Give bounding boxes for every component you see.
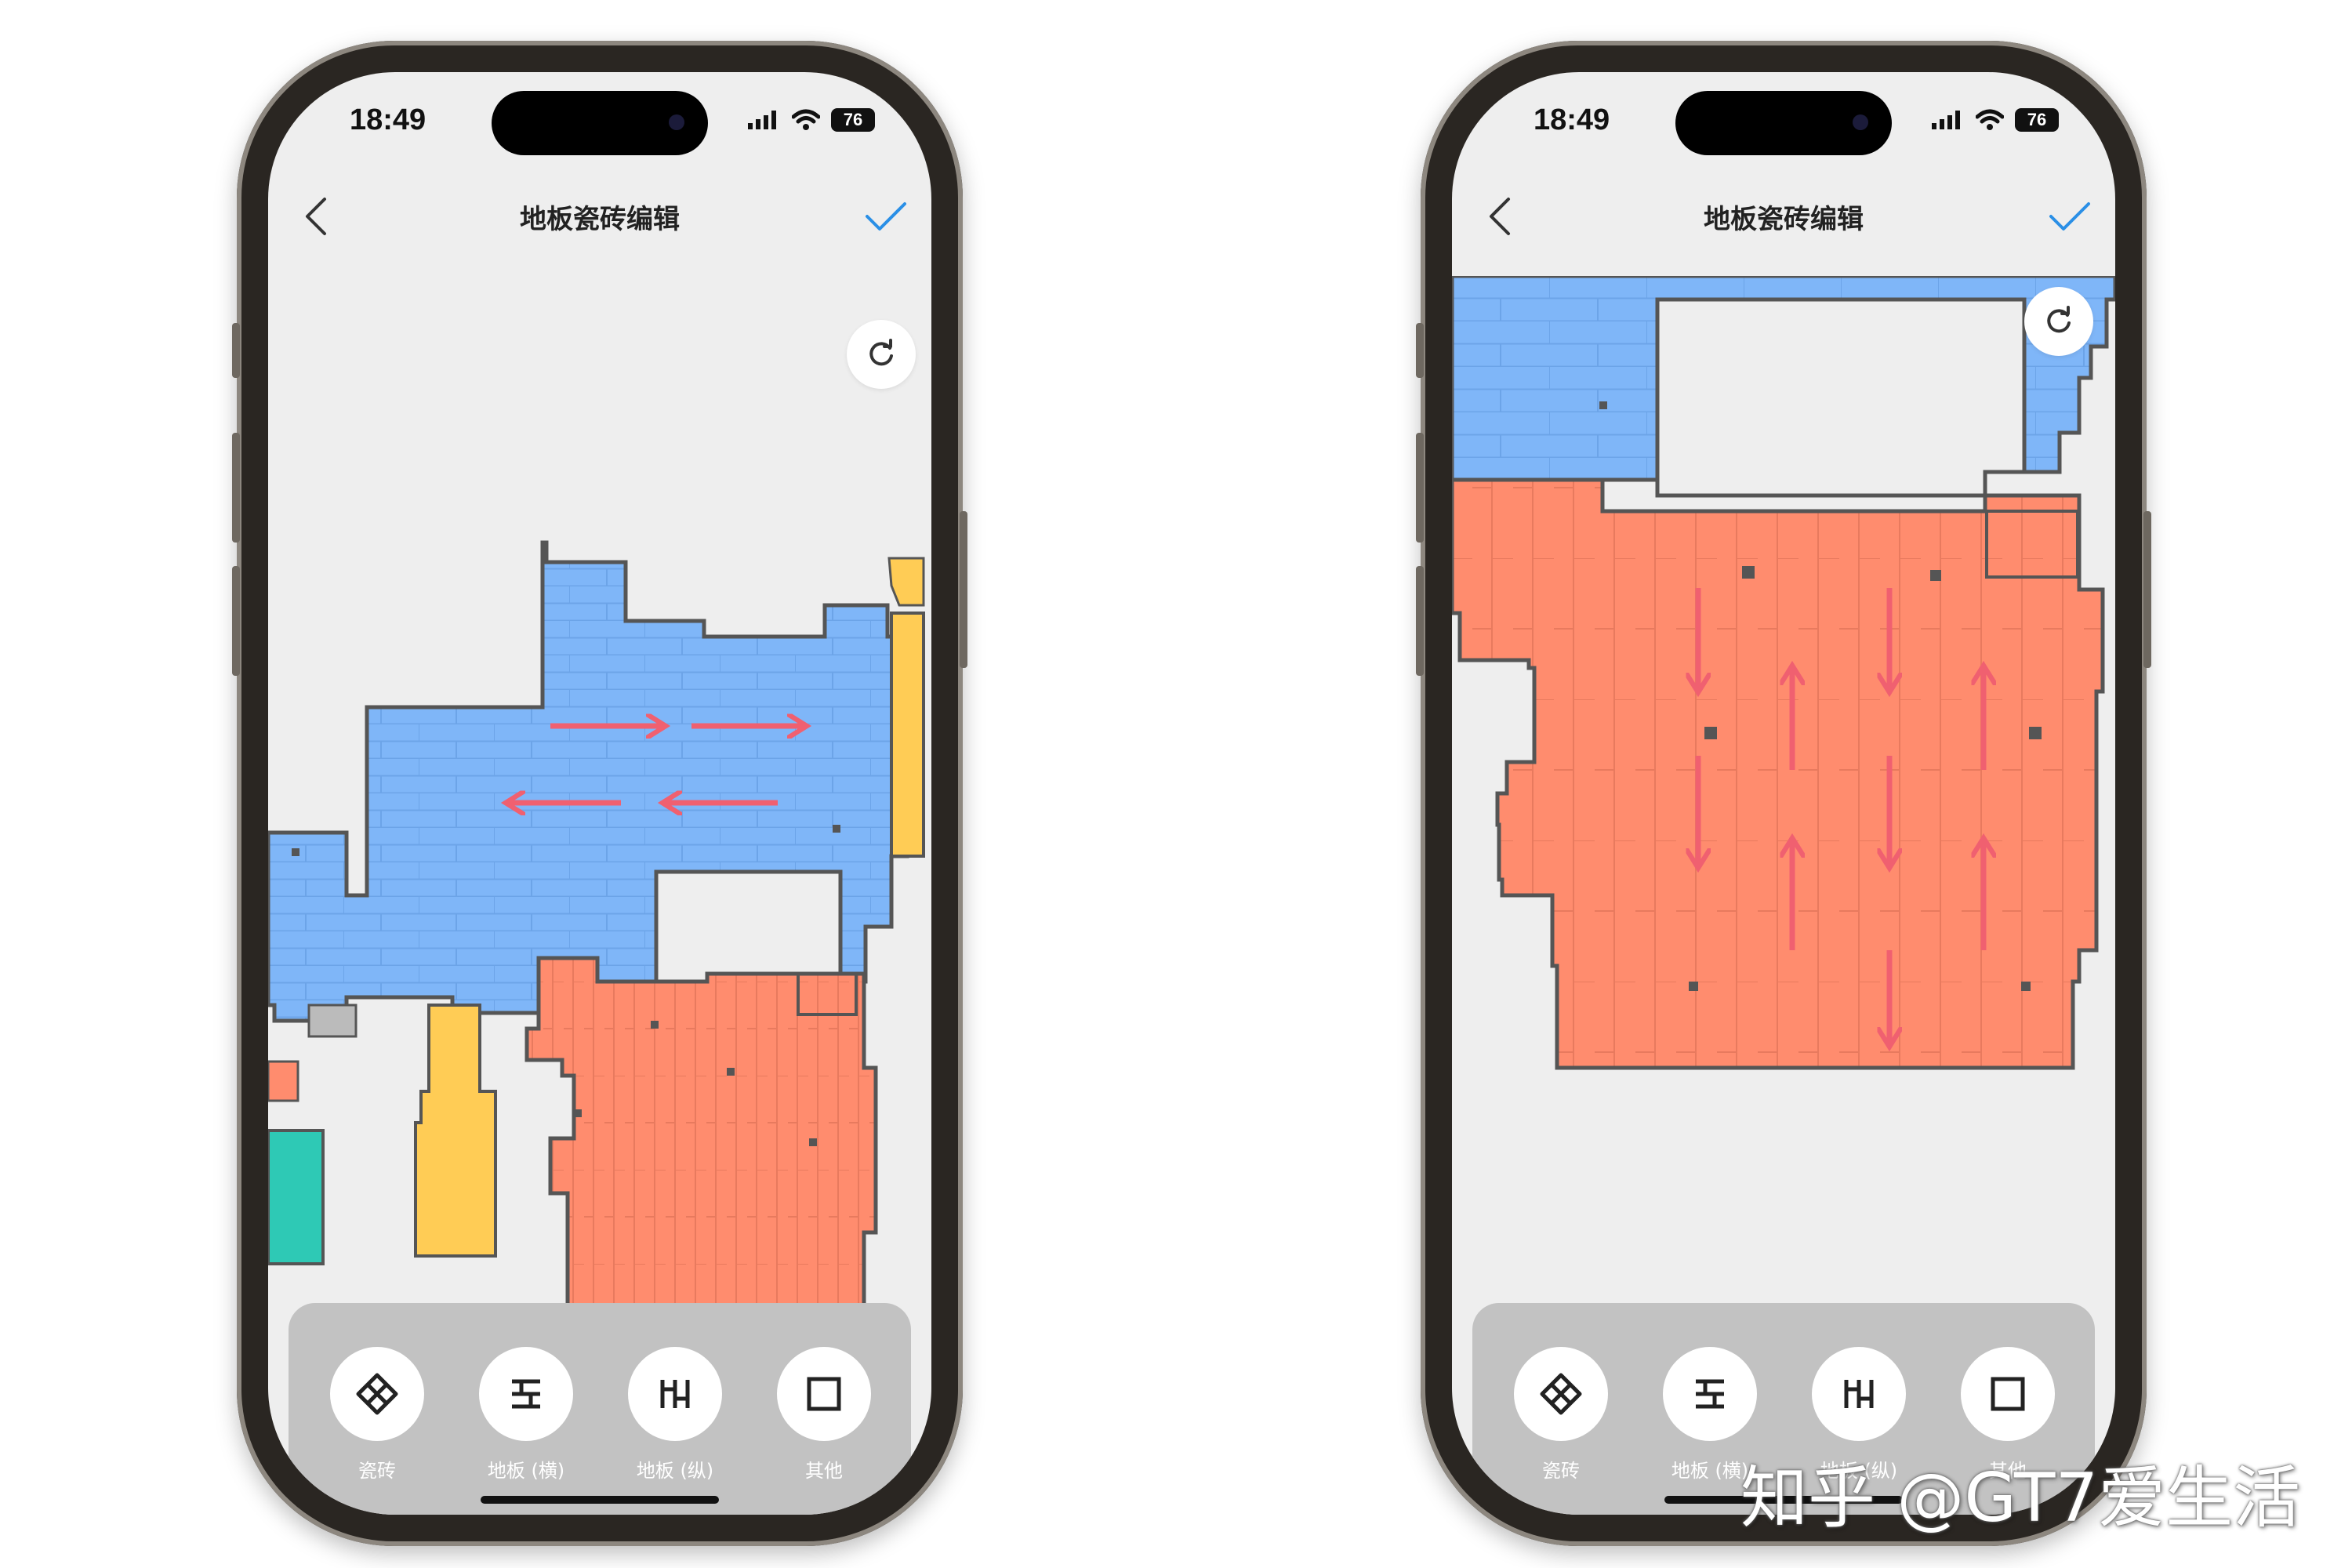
obstacle bbox=[2029, 727, 2042, 739]
volume-up-button bbox=[1416, 433, 1424, 543]
floor-vertical-icon bbox=[660, 1380, 690, 1408]
power-button bbox=[2143, 511, 2151, 668]
screen-right: 18:49 76 地板瓷砖编辑 瓷砖 地板 (横) 地板 (纵) 其他 bbox=[1452, 72, 2115, 1515]
obstacle bbox=[1742, 566, 1755, 579]
room-orange-small bbox=[268, 1060, 299, 1102]
dynamic-island bbox=[1675, 91, 1892, 155]
silent-switch bbox=[1416, 323, 1424, 378]
tool-label: 瓷砖 bbox=[358, 1460, 396, 1482]
volume-down-button bbox=[232, 566, 240, 676]
obstacle bbox=[1689, 982, 1698, 991]
square-outline-icon bbox=[807, 1377, 841, 1411]
floor-map[interactable] bbox=[1452, 276, 2115, 1303]
tool-tile[interactable]: 瓷砖 bbox=[326, 1347, 428, 1483]
page-title: 地板瓷砖编辑 bbox=[520, 204, 680, 235]
obstacle bbox=[2021, 982, 2031, 991]
refresh-icon bbox=[869, 339, 893, 366]
obstacle bbox=[651, 1021, 659, 1029]
battery-icon: 76 bbox=[831, 108, 875, 132]
watermark: 知乎 @GT7爱生活 bbox=[1740, 1459, 2301, 1537]
refresh-icon bbox=[2047, 306, 2071, 333]
tool-other[interactable]: 其他 bbox=[773, 1347, 875, 1483]
obstacle bbox=[833, 825, 840, 833]
phone-right: 18:49 76 地板瓷砖编辑 瓷砖 地板 (横) 地板 (纵) 其他 bbox=[1416, 41, 2151, 1546]
obstacle bbox=[809, 1138, 817, 1146]
home-indicator[interactable] bbox=[481, 1496, 719, 1504]
room-floor-orange[interactable] bbox=[1452, 477, 2105, 1070]
power-button bbox=[960, 511, 967, 668]
room-yellow-right[interactable] bbox=[890, 612, 925, 858]
wifi-icon bbox=[792, 109, 820, 130]
tile-type-toolbar: 瓷砖 地板 (横) 地板 (纵) 其他 bbox=[289, 1303, 911, 1515]
status-time: 18:49 bbox=[1534, 103, 1610, 136]
tool-tile[interactable]: 瓷砖 bbox=[1510, 1347, 1612, 1483]
wifi-icon bbox=[1976, 109, 2004, 130]
floor-horizontal-icon bbox=[1696, 1379, 1724, 1409]
tool-floor-vertical[interactable]: 地板 (纵) bbox=[624, 1347, 726, 1483]
tool-label: 瓷砖 bbox=[1542, 1460, 1580, 1482]
obstacle bbox=[727, 1068, 735, 1076]
room-teal[interactable] bbox=[268, 1129, 325, 1265]
obstacle bbox=[1704, 727, 1717, 739]
room-yellow-top bbox=[887, 557, 925, 607]
tool-floor-horizontal[interactable]: 地板 (横) bbox=[475, 1347, 577, 1483]
floor-horizontal-icon bbox=[512, 1379, 540, 1409]
obstacle bbox=[1599, 401, 1607, 409]
floor-map[interactable] bbox=[268, 276, 931, 1303]
room-floor-orange[interactable] bbox=[524, 956, 878, 1303]
reset-button[interactable] bbox=[847, 320, 916, 389]
volume-down-button bbox=[1416, 566, 1424, 676]
silent-switch bbox=[232, 323, 240, 378]
confirm-check-icon[interactable] bbox=[2048, 199, 2092, 234]
tile-diamond-icon bbox=[356, 1373, 398, 1415]
dynamic-island bbox=[492, 91, 708, 155]
obstacle bbox=[1930, 570, 1941, 581]
tile-diamond-icon bbox=[1540, 1373, 1582, 1415]
status-icons: 76 bbox=[746, 108, 875, 132]
reset-button[interactable] bbox=[2024, 287, 2093, 356]
tool-label: 地板 (纵) bbox=[636, 1460, 714, 1482]
page-title: 地板瓷砖编辑 bbox=[1704, 204, 1864, 235]
room-unassigned[interactable] bbox=[1655, 297, 2027, 498]
floor-vertical-icon bbox=[1844, 1380, 1874, 1408]
square-outline-icon bbox=[1991, 1377, 2025, 1411]
room-gray-patch bbox=[307, 1004, 358, 1038]
screen-left: 18:49 76 地板瓷砖编辑 瓷砖 地板 (横) 地板 (纵) 其他 bbox=[268, 72, 931, 1515]
volume-up-button bbox=[232, 433, 240, 543]
tool-label: 其他 bbox=[805, 1460, 843, 1482]
obstacle bbox=[574, 1109, 582, 1117]
tool-label: 地板 (横) bbox=[487, 1460, 565, 1482]
obstacle bbox=[292, 848, 299, 856]
cellular-signal-icon bbox=[748, 111, 776, 129]
room-tile-blue[interactable] bbox=[268, 540, 909, 1023]
phone-left: 18:49 76 地板瓷砖编辑 瓷砖 地板 (横) 地板 (纵) 其他 bbox=[232, 41, 967, 1546]
status-time: 18:49 bbox=[350, 103, 426, 136]
room-yellow-bottom[interactable] bbox=[414, 1004, 497, 1258]
confirm-check-icon[interactable] bbox=[864, 199, 908, 234]
battery-icon: 76 bbox=[2015, 108, 2059, 132]
status-icons: 76 bbox=[1930, 108, 2059, 132]
cellular-signal-icon bbox=[1932, 111, 1960, 129]
